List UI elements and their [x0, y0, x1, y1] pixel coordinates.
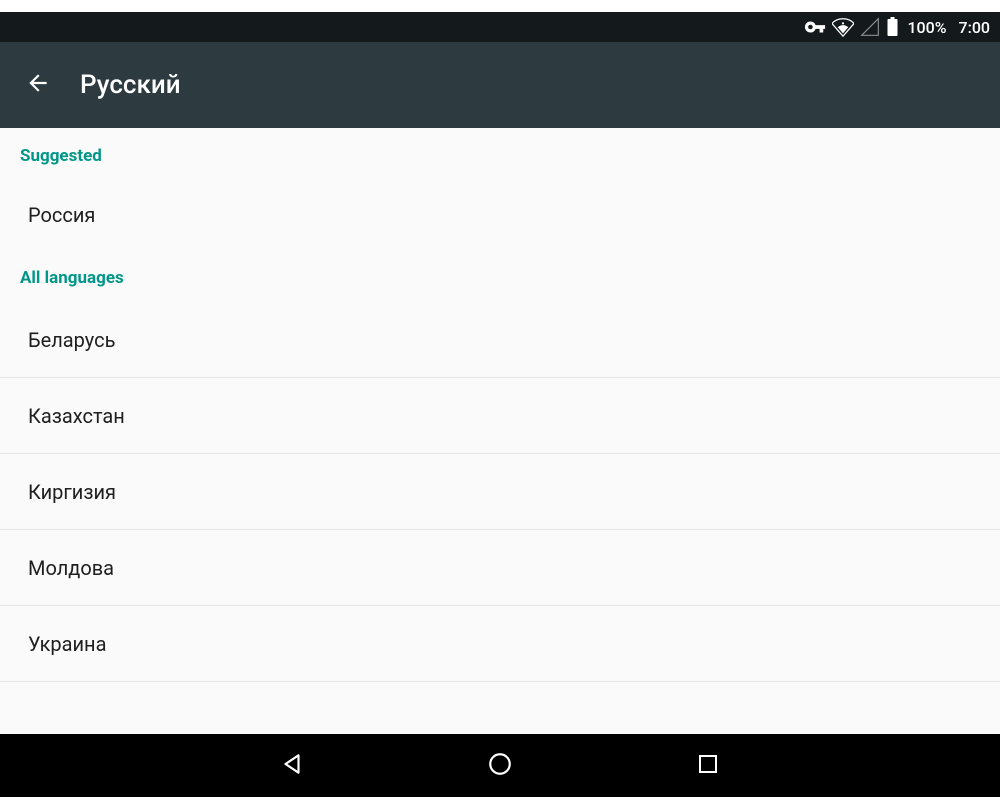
list-item[interactable]: Казахстан: [0, 378, 1000, 454]
nav-recent-button[interactable]: [684, 742, 732, 790]
battery-percentage: 100%: [907, 18, 946, 37]
action-bar: Русский: [0, 42, 1000, 128]
cellular-signal-icon: [860, 17, 880, 37]
list-item-label: Беларусь: [28, 328, 115, 352]
nav-back-button[interactable]: [268, 742, 316, 790]
outer-top-margin: [0, 0, 1000, 12]
list-item-label: Киргизия: [28, 480, 116, 504]
list-item[interactable]: Молдова: [0, 530, 1000, 606]
device-screen: 100% 7:00 Русский Suggested Россия All l…: [0, 0, 1000, 805]
arrow-back-icon: [25, 70, 51, 100]
section-header-all-languages: All languages: [0, 250, 1000, 302]
list-item[interactable]: Беларусь: [0, 302, 1000, 378]
content-area: Suggested Россия All languages Беларусь …: [0, 128, 1000, 734]
list-item[interactable]: Россия: [0, 180, 1000, 250]
square-recent-icon: [696, 752, 720, 780]
vpn-key-icon: [804, 16, 826, 38]
list-item-label: Молдова: [28, 556, 114, 580]
back-button[interactable]: [14, 61, 62, 109]
page-title: Русский: [80, 70, 181, 100]
list-item-label: Казахстан: [28, 404, 125, 428]
status-clock: 7:00: [959, 18, 991, 37]
list-item[interactable]: Киргизия: [0, 454, 1000, 530]
triangle-back-icon: [279, 751, 305, 781]
status-bar: 100% 7:00: [0, 12, 1000, 42]
list-item-label: Россия: [28, 203, 95, 227]
list-item-label: Украина: [28, 632, 106, 656]
wifi-icon: [832, 16, 854, 38]
navigation-bar: [0, 734, 1000, 797]
status-bar-icons: 100% 7:00: [804, 16, 990, 38]
outer-bottom-margin: [0, 797, 1000, 805]
circle-home-icon: [487, 751, 513, 781]
nav-home-button[interactable]: [476, 742, 524, 790]
section-header-suggested: Suggested: [0, 128, 1000, 180]
all-languages-list: Беларусь Казахстан Киргизия Молдова Укра…: [0, 302, 1000, 682]
battery-icon: [886, 17, 899, 37]
list-item[interactable]: Украина: [0, 606, 1000, 682]
